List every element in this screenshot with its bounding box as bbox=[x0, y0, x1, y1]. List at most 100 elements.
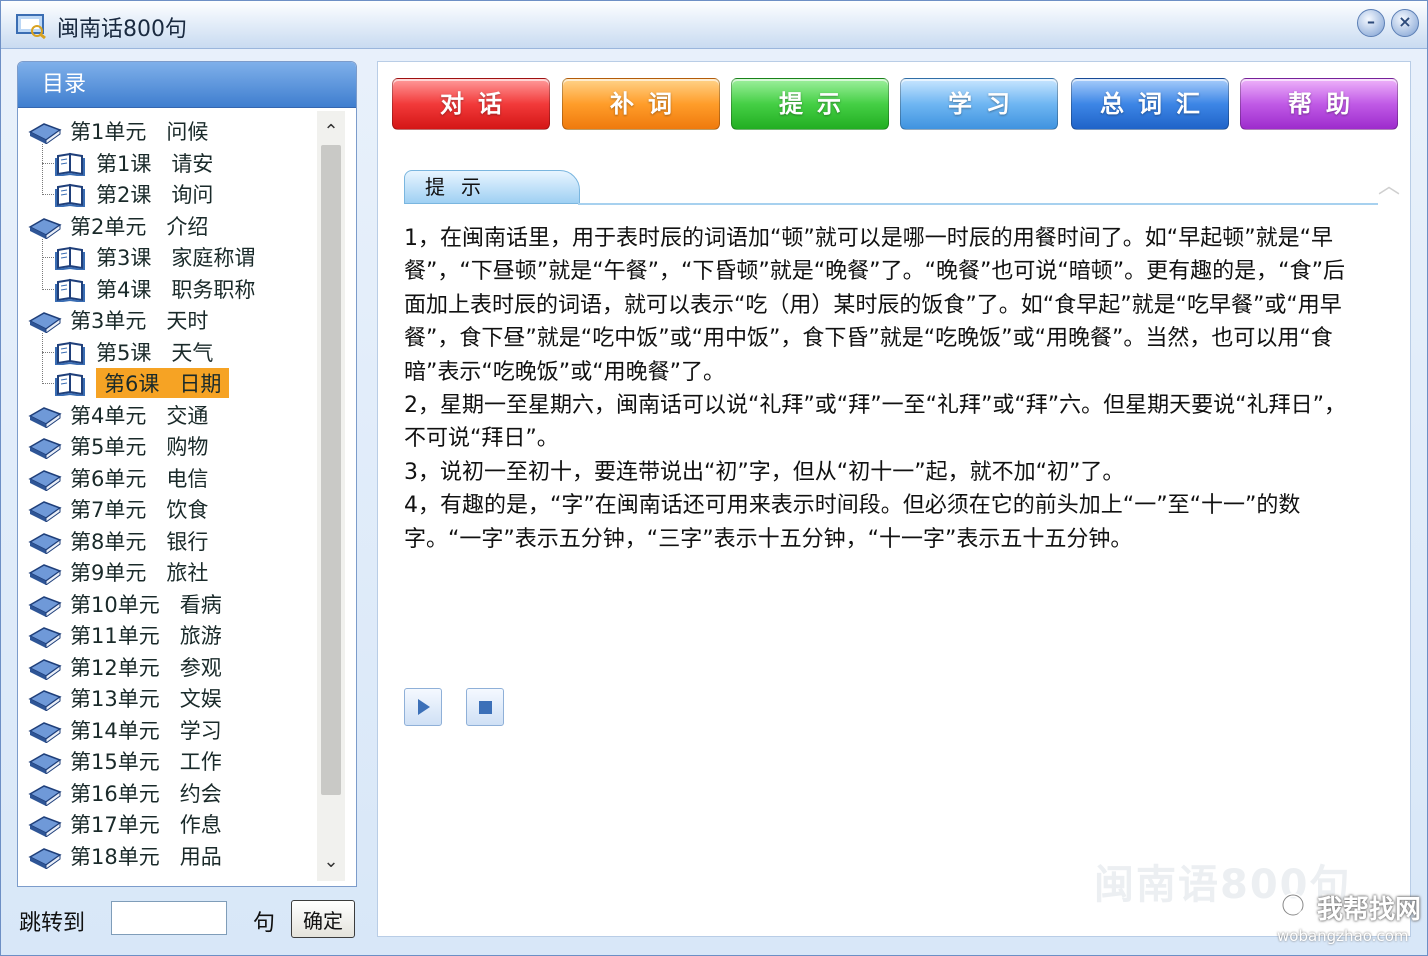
tree-item-number: 第12单元 bbox=[70, 655, 160, 680]
tree-item-title: 天气 bbox=[171, 340, 214, 365]
vocabulary-button[interactable]: 总词汇 bbox=[1071, 78, 1229, 130]
tree-item-text: 第15单元 工作 bbox=[70, 746, 222, 776]
tree-unit-item[interactable]: 第13单元 文娱 bbox=[28, 683, 222, 713]
supplement-words-button[interactable]: 补词 bbox=[562, 78, 720, 130]
tree-lesson-item[interactable]: 第2课 询问 bbox=[54, 179, 213, 209]
book-icon bbox=[28, 402, 62, 429]
magnifier-icon bbox=[1281, 893, 1313, 925]
book-icon bbox=[28, 465, 62, 492]
open-book-icon bbox=[54, 276, 88, 303]
tree-lesson-item[interactable]: 第3课 家庭称谓 bbox=[54, 242, 255, 272]
scroll-down-icon[interactable]: ⌄ bbox=[317, 847, 345, 877]
open-book-icon bbox=[54, 370, 88, 398]
app-window: 闽南话800句 – × 目录 第1单元 问候 第1课 请安 第2课 询问 第2单元 介绍 第3课… bbox=[0, 0, 1428, 956]
tree-item-title: 请安 bbox=[171, 151, 214, 176]
tree-unit-item[interactable]: 第12单元 参观 bbox=[28, 652, 222, 682]
study-button[interactable]: 学习 bbox=[900, 78, 1058, 130]
tree-item-number: 第17单元 bbox=[70, 813, 160, 837]
book-icon bbox=[28, 748, 62, 775]
tree-item-number: 第2课 bbox=[96, 183, 152, 207]
site-name: 我帮找网 bbox=[1317, 895, 1422, 925]
tree-connector bbox=[42, 351, 54, 353]
tree-item-text: 第5课 天气 bbox=[96, 337, 213, 367]
tree-item-text: 第4单元 交通 bbox=[70, 400, 208, 430]
dialogue-button[interactable]: 对话 bbox=[392, 78, 550, 130]
tree-item-number: 第5课 bbox=[96, 340, 152, 365]
tree-unit-item[interactable]: 第6单元 电信 bbox=[28, 463, 208, 493]
tree-connector bbox=[42, 238, 43, 290]
tree-unit-item[interactable]: 第2单元 介绍 bbox=[28, 211, 208, 241]
tree-lesson-item[interactable]: 第4课 职务职称 bbox=[54, 274, 255, 304]
tree-lesson-item[interactable]: 第5课 天气 bbox=[54, 337, 213, 367]
minimize-button[interactable]: – bbox=[1357, 9, 1385, 37]
open-book-icon bbox=[54, 181, 88, 209]
tree-item-text: 第7单元 饮食 bbox=[70, 494, 208, 524]
tree-item-text: 第3单元 天时 bbox=[70, 305, 208, 335]
tree-item-title: 银行 bbox=[166, 529, 209, 554]
book-icon bbox=[28, 811, 62, 838]
catalog-panel: 目录 第1单元 问候 第1课 请安 第2课 询问 第2单元 介绍 第3课 家庭称谓 第4课 职务职称第… bbox=[17, 61, 357, 887]
tree-item-text: 第10单元 看病 bbox=[70, 589, 222, 619]
vocabulary-button-label: 总词汇 bbox=[1100, 90, 1214, 118]
tree-item-title: 职务职称 bbox=[171, 277, 256, 302]
book-icon bbox=[28, 528, 62, 555]
tree-item-text: 第2课 询问 bbox=[96, 179, 213, 209]
tree-unit-item[interactable]: 第9单元 旅社 bbox=[28, 557, 208, 587]
book-icon bbox=[28, 433, 62, 460]
jump-label: 跳转到 bbox=[19, 911, 86, 936]
close-button[interactable]: × bbox=[1391, 9, 1419, 37]
book-icon bbox=[28, 654, 62, 681]
tree-unit-item[interactable]: 第8单元 银行 bbox=[28, 526, 208, 556]
book-icon bbox=[28, 213, 62, 240]
tips-button[interactable]: 提示 bbox=[731, 78, 889, 130]
book-icon bbox=[28, 591, 62, 618]
tree-item-number: 第6课 bbox=[104, 372, 160, 396]
catalog-scrollbar[interactable]: ⌃ ⌄ bbox=[317, 111, 345, 881]
tree-unit-item[interactable]: 第15单元 工作 bbox=[28, 746, 222, 776]
tree-item-text: 第1单元 问候 bbox=[70, 116, 208, 146]
tree-item-number: 第5单元 bbox=[70, 435, 147, 459]
confirm-button[interactable]: 确定 bbox=[291, 900, 355, 938]
tree-item-title: 工作 bbox=[179, 750, 222, 774]
tree-item-number: 第11单元 bbox=[70, 624, 160, 648]
tree-connector bbox=[42, 144, 43, 195]
app-icon bbox=[16, 14, 46, 39]
tree-unit-item[interactable]: 第18单元 用品 bbox=[28, 841, 222, 871]
tree-unit-item[interactable]: 第4单元 交通 bbox=[28, 400, 208, 430]
play-button[interactable] bbox=[404, 688, 442, 726]
tree-item-text: 第1课 请安 bbox=[96, 148, 213, 178]
tree-item-text: 第17单元 作息 bbox=[70, 809, 222, 839]
tree-item-title: 介绍 bbox=[166, 214, 209, 239]
content-scroll-up-icon[interactable]: ︿ bbox=[1378, 168, 1400, 200]
scroll-up-icon[interactable]: ⌃ bbox=[317, 117, 345, 147]
tree-item-title: 旅游 bbox=[179, 624, 222, 648]
tree-item-number: 第16单元 bbox=[70, 781, 160, 806]
jump-input[interactable] bbox=[111, 901, 227, 935]
tree-item-number: 第13单元 bbox=[70, 687, 160, 711]
tree-unit-item[interactable]: 第10单元 看病 bbox=[28, 589, 222, 619]
tree-lesson-item[interactable]: 第6课 日期 bbox=[54, 368, 230, 398]
tree-unit-item[interactable]: 第14单元 学习 bbox=[28, 715, 222, 745]
tree-unit-item[interactable]: 第5单元 购物 bbox=[28, 431, 208, 461]
help-button[interactable]: 帮助 bbox=[1240, 78, 1398, 130]
stop-button[interactable] bbox=[466, 688, 504, 726]
tree-item-number: 第1单元 bbox=[70, 120, 147, 144]
tree-unit-item[interactable]: 第1单元 问候 bbox=[28, 116, 208, 146]
tree-item-number: 第14单元 bbox=[70, 718, 160, 743]
tree-connector bbox=[42, 383, 54, 384]
scroll-thumb[interactable] bbox=[321, 145, 341, 795]
tree-unit-item[interactable]: 第11单元 旅游 bbox=[28, 620, 222, 650]
tree-lesson-item[interactable]: 第1课 请安 bbox=[54, 148, 213, 178]
tree-item-title: 问候 bbox=[166, 120, 209, 144]
tree-item-title: 约会 bbox=[179, 781, 222, 806]
tree-item-text: 第13单元 文娱 bbox=[70, 683, 222, 713]
tree-unit-item[interactable]: 第7单元 饮食 bbox=[28, 494, 208, 524]
tree-unit-item[interactable]: 第16单元 约会 bbox=[28, 778, 222, 808]
tree-unit-item[interactable]: 第3单元 天时 bbox=[28, 305, 208, 335]
tip-paragraph: 1，在闽南话里，用于表时辰的词语加“顿”就可以是哪一时辰的用餐时间了。如“早起顿… bbox=[404, 226, 1345, 385]
tree-item-title: 日期 bbox=[179, 372, 222, 396]
main-panel: 对话 补词 提示 学习 总词汇 帮助 提示 ︿ 1，在闽南话里，用于表时辰的词语… bbox=[377, 61, 1411, 937]
tree-unit-item[interactable]: 第17单元 作息 bbox=[28, 809, 222, 839]
book-icon bbox=[28, 559, 62, 586]
tree-item-number: 第4课 bbox=[96, 277, 152, 302]
